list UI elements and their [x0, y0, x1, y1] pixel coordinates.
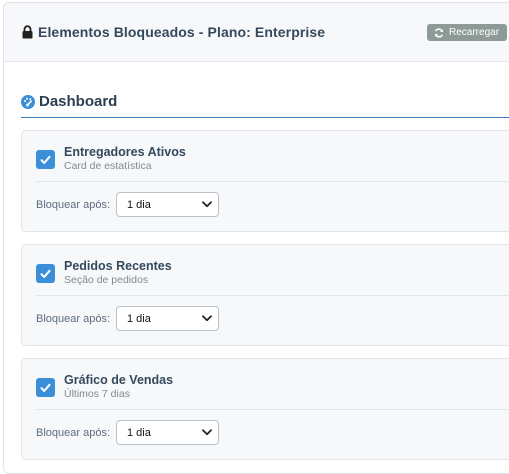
- panel-header: Elementos Bloqueados - Plano: Enterprise…: [4, 3, 509, 62]
- chevron-down-icon: [202, 429, 212, 436]
- item-name: Pedidos Recentes: [64, 259, 172, 273]
- lock-after-select[interactable]: 1 dia: [116, 192, 219, 217]
- card-divider: [36, 295, 509, 296]
- lock-item-header: Entregadores Ativos Card de estatística: [36, 145, 509, 185]
- section-heading: Dashboard: [21, 93, 509, 110]
- lock-after-select[interactable]: 1 dia: [116, 420, 219, 445]
- card-divider: [36, 181, 509, 182]
- item-checkbox[interactable]: [36, 378, 55, 397]
- lock-after-value: 1 dia: [127, 312, 151, 325]
- refresh-icon: [434, 27, 444, 38]
- lock-after-row: Bloquear após: 1 dia: [36, 192, 219, 217]
- item-description: Últimos 7 dias: [64, 388, 130, 400]
- section-title: Dashboard: [39, 93, 118, 110]
- reload-button-label: Recarregar: [449, 27, 500, 38]
- checkmark-icon: [40, 383, 51, 392]
- item-name: Entregadores Ativos: [64, 145, 186, 159]
- dashboard-icon: [21, 94, 35, 109]
- lock-after-label: Bloquear após:: [36, 426, 110, 439]
- panel-title: Elementos Bloqueados - Plano: Enterprise: [38, 24, 326, 40]
- lock-item-card: Entregadores Ativos Card de estatística …: [21, 130, 509, 232]
- item-name: Gráfico de Vendas: [64, 373, 174, 387]
- item-description: Card de estatística: [64, 160, 152, 172]
- lock-item-header: Pedidos Recentes Seção de pedidos: [36, 259, 509, 299]
- lock-after-row: Bloquear após: 1 dia: [36, 420, 219, 445]
- lock-after-label: Bloquear após:: [36, 198, 110, 211]
- lock-icon: [22, 25, 33, 39]
- chevron-down-icon: [202, 315, 212, 322]
- lock-after-value: 1 dia: [127, 426, 151, 439]
- lock-after-select[interactable]: 1 dia: [116, 306, 219, 331]
- item-checkbox[interactable]: [36, 264, 55, 283]
- lock-after-value: 1 dia: [127, 198, 151, 211]
- card-divider: [36, 409, 509, 410]
- item-description: Seção de pedidos: [64, 274, 149, 286]
- section-divider: [21, 117, 509, 118]
- lock-after-row: Bloquear após: 1 dia: [36, 306, 219, 331]
- lock-item-header: Gráfico de Vendas Últimos 7 dias: [36, 373, 509, 413]
- lock-item-card: Pedidos Recentes Seção de pedidos Bloque…: [21, 244, 509, 346]
- locked-elements-panel: Elementos Bloqueados - Plano: Enterprise…: [3, 2, 509, 474]
- lock-after-label: Bloquear após:: [36, 312, 110, 325]
- item-checkbox[interactable]: [36, 150, 55, 169]
- checkmark-icon: [40, 269, 51, 278]
- chevron-down-icon: [202, 201, 212, 208]
- reload-button[interactable]: Recarregar: [427, 24, 508, 41]
- lock-item-card: Gráfico de Vendas Últimos 7 dias Bloquea…: [21, 358, 509, 460]
- checkmark-icon: [40, 155, 51, 164]
